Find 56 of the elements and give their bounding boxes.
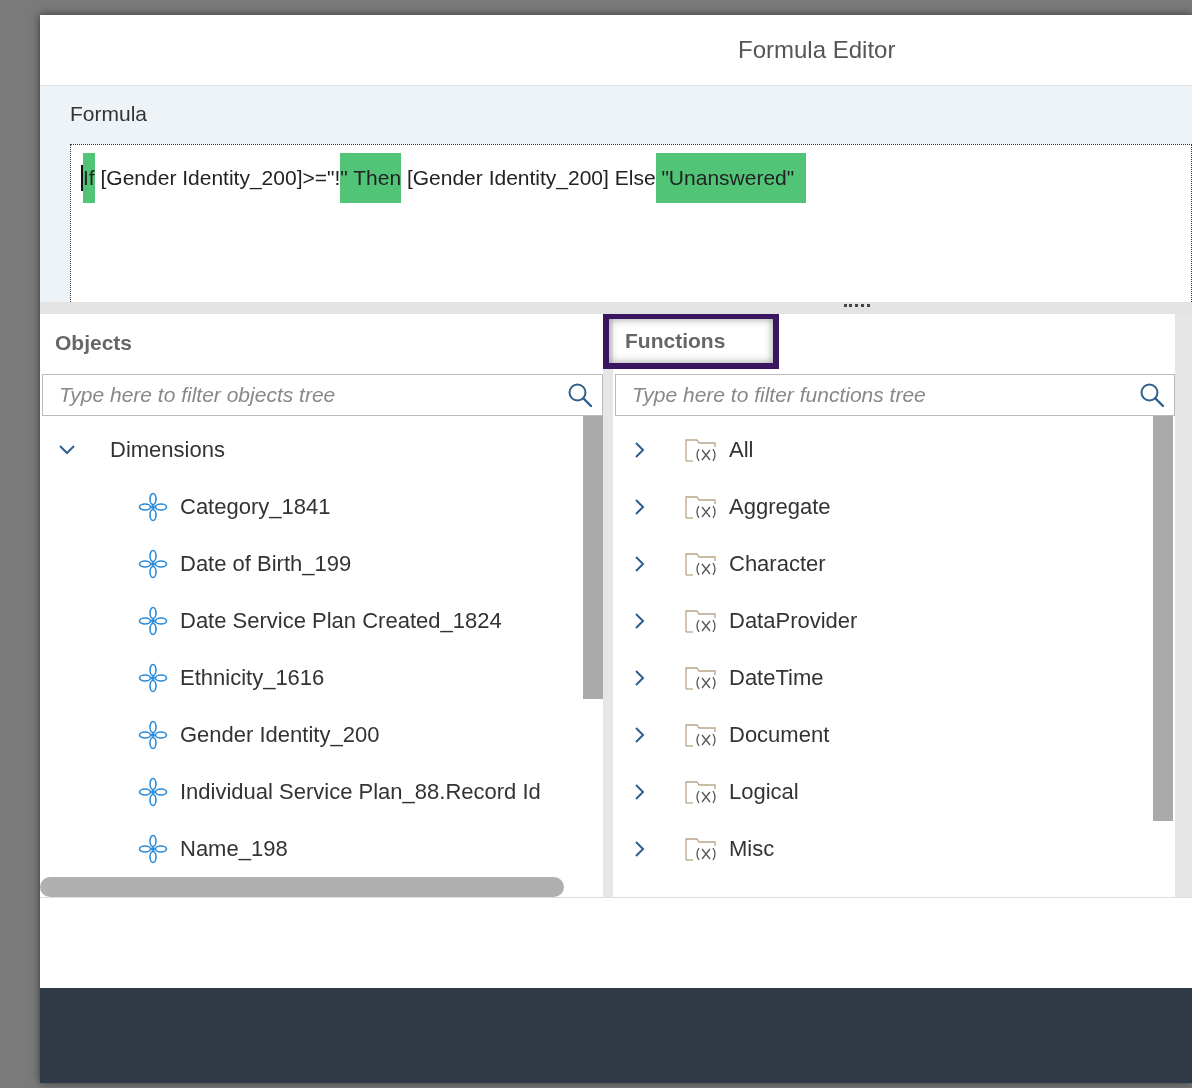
tree-item[interactable]: Logical	[613, 763, 1175, 820]
tree-item-label: Date Service Plan Created_1824	[180, 607, 502, 634]
tree-item-label: Date of Birth_199	[180, 550, 352, 577]
tree-item-label: DataProvider	[729, 607, 858, 634]
tree-item[interactable]: All	[613, 421, 1175, 478]
formula-token: [Gender Identity_200]>="!	[99, 165, 341, 192]
tree-item[interactable]: Dimensions	[40, 421, 603, 478]
tree-item-label: Individual Service Plan_88.Record Id	[180, 778, 541, 805]
tree-item-label: DateTime	[729, 664, 824, 691]
tree-item[interactable]: Category_1841	[40, 478, 603, 535]
search-icon[interactable]	[567, 382, 593, 408]
tree-item-label: Name_198	[180, 835, 288, 862]
tree-item[interactable]: Misc	[613, 820, 1175, 877]
tree-item-label: Character	[729, 550, 826, 577]
dimension-icon	[138, 662, 168, 693]
dialog-title: Formula Editor	[738, 36, 896, 64]
tree-item[interactable]: Date of Birth_199	[40, 535, 603, 592]
tree-item[interactable]: DataProvider	[613, 592, 1175, 649]
tree-item[interactable]: DateTime	[613, 649, 1175, 706]
tree-item[interactable]: Gender Identity_200	[40, 706, 603, 763]
dimension-icon	[138, 491, 168, 522]
tree-item[interactable]: Date Service Plan Created_1824	[40, 592, 603, 649]
tree-item[interactable]: Name_198	[40, 820, 603, 877]
tree-item-label: Ethnicity_1616	[180, 664, 325, 691]
search-field[interactable]: Type here to filter objects tree	[42, 374, 603, 416]
tree-item[interactable]: Character	[613, 535, 1175, 592]
formula-token: [Gender Identity_200] Else	[405, 165, 656, 192]
search-icon[interactable]	[1139, 382, 1165, 408]
vertical-scrollbar[interactable]	[1153, 416, 1173, 821]
dimension-icon	[138, 548, 168, 579]
tree-item-label: Misc	[729, 835, 775, 862]
tree-item[interactable]: Aggregate	[613, 478, 1175, 535]
text-cursor	[81, 165, 83, 191]
tree-item-label: Document	[729, 721, 830, 748]
formula-token: If	[83, 153, 95, 203]
dimension-icon	[138, 833, 168, 864]
vertical-scrollbar[interactable]	[583, 416, 603, 699]
dimension-icon	[138, 719, 168, 750]
tree-item-label: Logical	[729, 778, 799, 805]
tree-item[interactable]: Individual Service Plan_88.Record Id	[40, 763, 603, 820]
tree-item[interactable]: Document	[613, 706, 1175, 763]
formula-token: "Unanswered"	[655, 153, 806, 203]
dimension-icon	[138, 776, 168, 807]
panel-title: Objects	[54, 330, 134, 356]
horizontal-scrollbar[interactable]	[40, 877, 564, 897]
tree-item-label: All	[729, 436, 754, 463]
tree-item-label: Aggregate	[729, 493, 831, 520]
dimension-icon	[138, 605, 168, 636]
formula-label: Formula	[70, 102, 148, 126]
tree-item-label: Dimensions	[110, 436, 225, 463]
tree-item-label: Gender Identity_200	[180, 721, 380, 748]
tree-item[interactable]: Ethnicity_1616	[40, 649, 603, 706]
panel-title: Functions	[603, 313, 780, 369]
tree-item-label: Category_1841	[180, 493, 331, 520]
formula-token: " Then	[340, 153, 402, 203]
search-field[interactable]: Type here to filter functions tree	[615, 374, 1175, 416]
